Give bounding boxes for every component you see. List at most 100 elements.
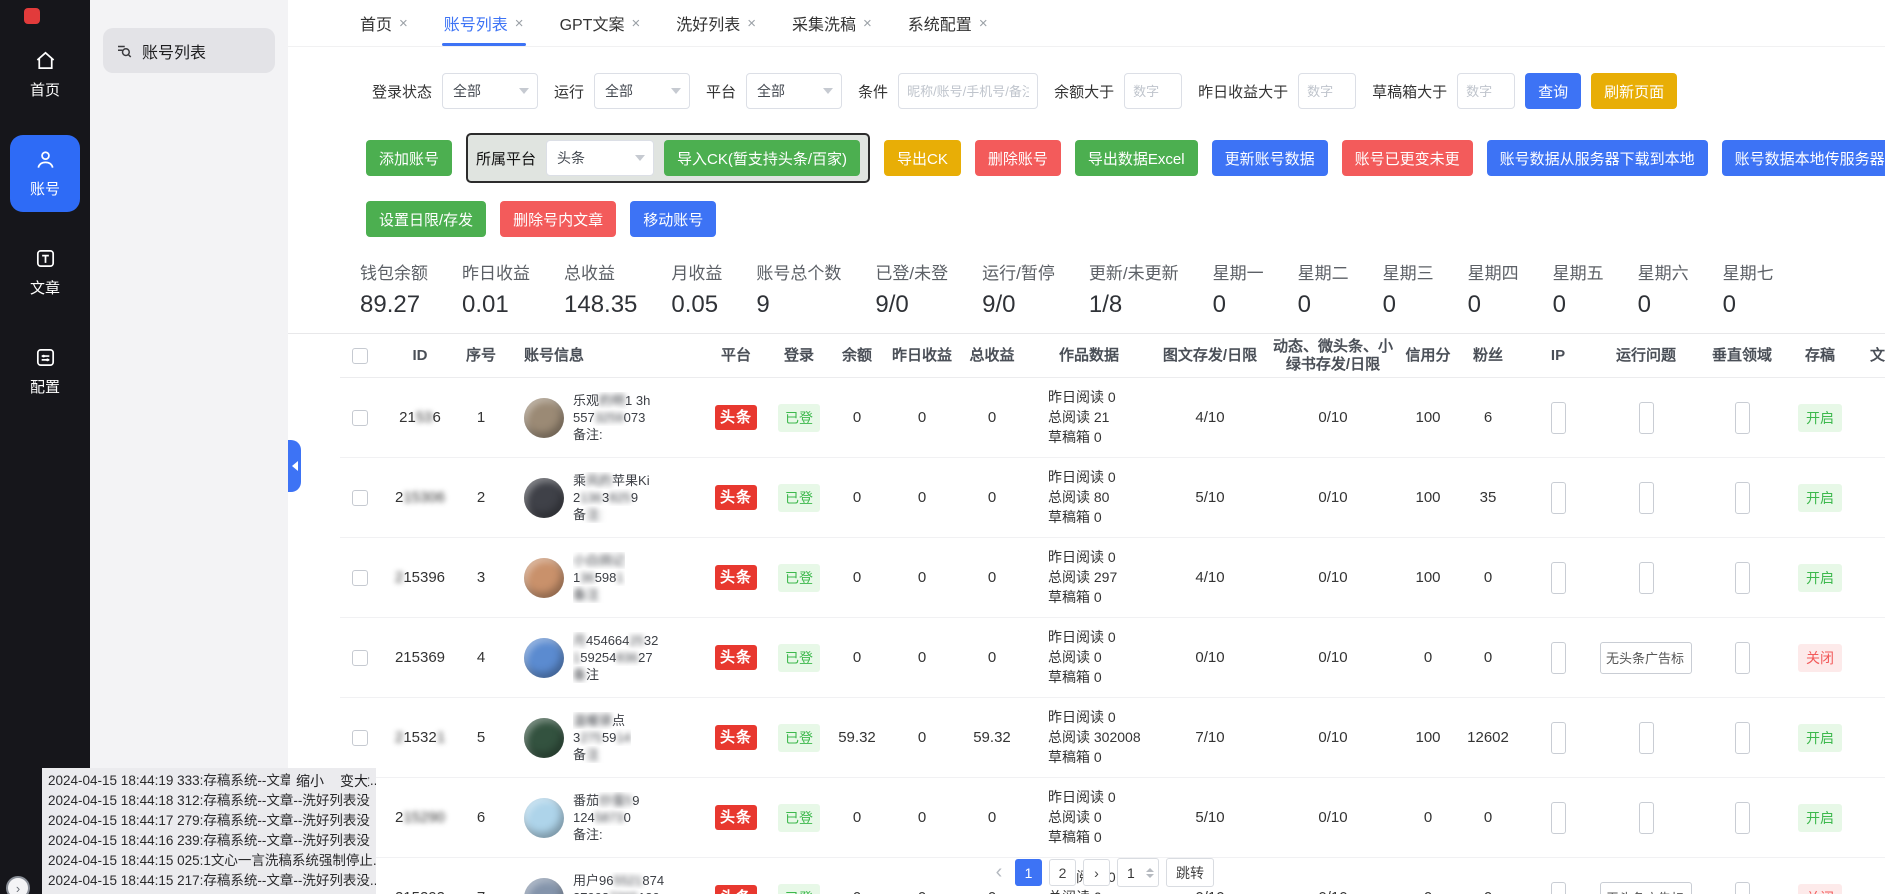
vertical-field-input[interactable] xyxy=(1735,722,1750,754)
login-status-badge: 已登 xyxy=(778,644,820,672)
row-checkbox[interactable] xyxy=(352,490,368,506)
login-status-select[interactable]: 全部 xyxy=(442,73,538,109)
import-ck-button[interactable]: 导入CK(暂支持头条/百家) xyxy=(664,140,860,176)
sidebar-item-article[interactable]: 文章 xyxy=(10,234,80,311)
vertical-field-input[interactable] xyxy=(1735,562,1750,594)
log-enlarge-button[interactable]: 变大 xyxy=(340,771,368,791)
works-data-line: 总阅读 0 xyxy=(1048,888,1102,894)
table-cell: 35 xyxy=(1458,458,1518,537)
tab-label: 系统配置 xyxy=(908,11,972,35)
jump-button[interactable]: 跳转 xyxy=(1166,858,1214,887)
run-issue-input[interactable]: 无头条广告标 xyxy=(1600,642,1692,674)
row-checkbox[interactable] xyxy=(352,730,368,746)
ip-input[interactable] xyxy=(1551,482,1566,514)
condition-input[interactable] xyxy=(898,73,1038,109)
table-header-cell: 账号信息 xyxy=(502,334,702,377)
toolbar-button[interactable]: 账号已更变未更 xyxy=(1342,140,1473,176)
balance-filter-input[interactable] xyxy=(1124,73,1182,109)
toolbar-button[interactable]: 删除号内文章 xyxy=(500,201,616,237)
pagination-prev[interactable]: ‹ xyxy=(990,861,1008,884)
tab-close-icon[interactable]: × xyxy=(979,15,988,32)
refresh-page-button[interactable]: 刷新页面 xyxy=(1591,73,1677,109)
pagination-page-2[interactable]: 2 xyxy=(1049,859,1076,886)
toolbar-button[interactable]: 设置日限/存发 xyxy=(366,201,486,237)
run-issue-input[interactable] xyxy=(1639,802,1654,834)
select-all-checkbox[interactable] xyxy=(352,348,368,364)
toolbar-button[interactable]: 账号数据本地传服务器保存 xyxy=(1722,140,1885,176)
platform-filter-select[interactable]: 全部 xyxy=(746,73,842,109)
tab-close-icon[interactable]: × xyxy=(863,15,872,32)
number-spinner-icons[interactable] xyxy=(1146,868,1154,878)
tab-洗好列表[interactable]: 洗好列表× xyxy=(676,0,756,46)
table-cell: 7 xyxy=(460,858,502,894)
sidebar-item-config[interactable]: 配置 xyxy=(10,333,80,410)
platform-group-select[interactable]: 头条 xyxy=(546,140,654,176)
toolbar-button[interactable]: 移动账号 xyxy=(630,201,716,237)
tab-close-icon[interactable]: × xyxy=(747,15,756,32)
toolbar-button[interactable]: 删除账号 xyxy=(975,140,1061,176)
ip-input[interactable] xyxy=(1551,802,1566,834)
ip-input[interactable] xyxy=(1551,642,1566,674)
ip-input[interactable] xyxy=(1551,882,1566,894)
row-checkbox[interactable] xyxy=(352,650,368,666)
account-note: 备注: xyxy=(573,826,639,843)
sidebar-item-account[interactable]: 账号 xyxy=(10,135,80,212)
yesterday-income-filter-input[interactable] xyxy=(1298,73,1356,109)
run-issue-input[interactable] xyxy=(1639,722,1654,754)
add-account-button[interactable]: 添加账号 xyxy=(366,140,452,176)
tab-label: 账号列表 xyxy=(444,11,508,35)
pagination-page-1[interactable]: 1 xyxy=(1015,859,1042,886)
run-issue-input[interactable] xyxy=(1639,562,1654,594)
sidebar-collapse-handle[interactable] xyxy=(288,440,301,492)
log-shrink-button[interactable]: 缩小 xyxy=(296,771,324,791)
query-button[interactable]: 查询 xyxy=(1525,73,1581,109)
tab-GPT文案[interactable]: GPT文案× xyxy=(560,0,641,46)
tab-close-icon[interactable]: × xyxy=(399,15,408,32)
platform-badge: 头条 xyxy=(715,485,757,510)
toolbar-button[interactable]: 更新账号数据 xyxy=(1212,140,1328,176)
run-status-value: 全部 xyxy=(605,81,633,101)
corner-widget-button[interactable]: › xyxy=(6,876,30,894)
ip-input[interactable] xyxy=(1551,562,1566,594)
table-cell xyxy=(1694,778,1790,857)
table-cell: 0/10 xyxy=(1268,778,1398,857)
vertical-field-input[interactable] xyxy=(1735,482,1750,514)
table-cell: 0 xyxy=(1398,778,1458,857)
toolbar-button[interactable]: 导出数据Excel xyxy=(1075,140,1198,176)
tab-账号列表[interactable]: 账号列表 × xyxy=(444,0,524,46)
tab-close-icon[interactable]: × xyxy=(515,15,524,32)
run-issue-input[interactable]: 无头条广告标 xyxy=(1600,882,1692,894)
ip-input[interactable] xyxy=(1551,722,1566,754)
vertical-field-input[interactable] xyxy=(1735,402,1750,434)
tab-首页[interactable]: 首页× xyxy=(360,0,408,46)
vertical-field-input[interactable] xyxy=(1735,882,1750,894)
table-header-cell: 作品数据 xyxy=(1026,334,1152,377)
works-data-line: 总阅读 80 xyxy=(1048,488,1109,507)
vertical-field-input[interactable] xyxy=(1735,642,1750,674)
table-cell: 6 xyxy=(1458,378,1518,457)
run-issue-input[interactable] xyxy=(1639,482,1654,514)
tab-系统配置[interactable]: 系统配置 × xyxy=(908,0,988,46)
table-header-cell: 动态、微头条、小绿书存发/日限 xyxy=(1268,334,1398,377)
draft-box-filter-input[interactable] xyxy=(1457,73,1515,109)
run-status-select[interactable]: 全部 xyxy=(594,73,690,109)
toolbar-button[interactable]: 导出CK xyxy=(884,140,961,176)
chevron-left-icon xyxy=(292,461,298,471)
ip-input[interactable] xyxy=(1551,402,1566,434)
stat-value: 0 xyxy=(1468,291,1519,319)
page-jump-input[interactable]: 1 xyxy=(1117,858,1159,887)
tab-采集洗稿[interactable]: 采集洗稿× xyxy=(792,0,872,46)
sidebar-item-account-list[interactable]: 账号列表 xyxy=(103,28,275,73)
row-checkbox[interactable] xyxy=(352,570,368,586)
pagination-next[interactable]: › xyxy=(1083,859,1110,886)
run-issue-input[interactable] xyxy=(1639,402,1654,434)
table-row: 2153963小白鸽记1365981备注头条已登000昨日阅读 0总阅读 297… xyxy=(340,538,1885,618)
tab-close-icon[interactable]: × xyxy=(631,15,640,32)
row-checkbox[interactable] xyxy=(352,410,368,426)
platform-badge: 头条 xyxy=(715,565,757,590)
sidebar-item-home[interactable]: 首页 xyxy=(10,36,80,113)
table-cell: 0 xyxy=(828,378,886,457)
table-cell: 关闭 xyxy=(1790,618,1850,697)
vertical-field-input[interactable] xyxy=(1735,802,1750,834)
toolbar-button[interactable]: 账号数据从服务器下载到本地 xyxy=(1487,140,1708,176)
